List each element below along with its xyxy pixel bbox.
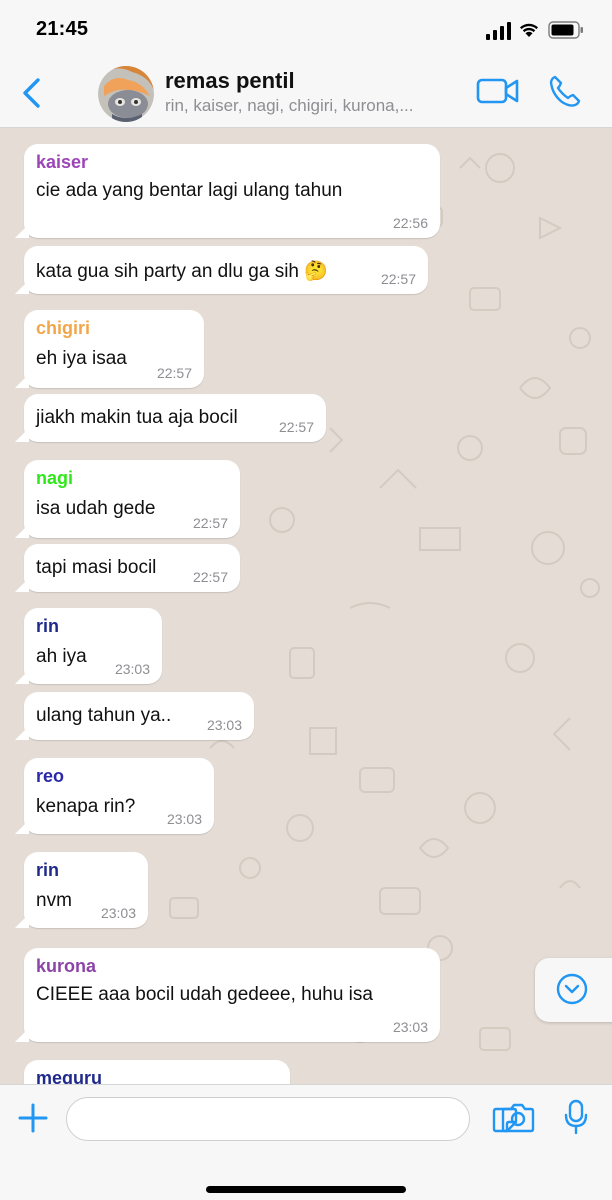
sender-name[interactable]: nagi bbox=[36, 468, 73, 489]
message-bubble[interactable]: rin ah iya 23:03 bbox=[15, 608, 162, 684]
message-bubble[interactable]: tapi masi bocil 22:57 bbox=[15, 544, 240, 592]
home-indicator[interactable] bbox=[206, 1186, 406, 1193]
wifi-icon bbox=[520, 23, 538, 37]
message-bubble[interactable]: reo kenapa rin? 23:03 bbox=[15, 758, 214, 834]
message-text-content: kata gua sih party an dlu ga sih bbox=[36, 261, 300, 282]
chat-area[interactable]: kaiser cie ada yang bentar lagi ulang ta… bbox=[0, 128, 612, 1084]
message-time: 22:57 bbox=[380, 271, 416, 287]
chat-header: remas pentil rin, kaiser, nagi, chigiri,… bbox=[0, 58, 612, 128]
message-text: cie ada yang bentar lagi ulang tahun bbox=[36, 180, 343, 201]
sender-name[interactable]: meguru bbox=[36, 1068, 102, 1084]
message-time: 23:03 bbox=[392, 1019, 428, 1035]
message-time: 22:57 bbox=[156, 365, 192, 381]
message-text: kata gua sih party an dlu ga sih 🤔 bbox=[36, 259, 328, 283]
camera-icon[interactable] bbox=[500, 1103, 536, 1133]
message-text: tapi masi bocil bbox=[36, 557, 157, 578]
message-bubble[interactable]: nagi isa udah gede 22:57 bbox=[15, 460, 240, 538]
message-time: 22:56 bbox=[392, 215, 428, 231]
thinking-face-emoji: 🤔 bbox=[304, 260, 328, 282]
sender-name[interactable]: chigiri bbox=[36, 318, 90, 339]
message-bubble[interactable]: ulang tahun ya.. 23:03 bbox=[15, 692, 254, 740]
message-bubble[interactable]: meguru bbox=[24, 1060, 290, 1084]
message-text: ah iya bbox=[36, 646, 87, 667]
message-input[interactable] bbox=[81, 1098, 421, 1140]
message-input-field[interactable] bbox=[66, 1097, 518, 1141]
group-avatar[interactable] bbox=[98, 66, 154, 122]
phone-icon[interactable] bbox=[548, 74, 582, 108]
sender-name[interactable]: rin bbox=[36, 616, 59, 637]
status-time: 21:45 bbox=[36, 18, 89, 40]
message-bubble[interactable]: jiakh makin tua aja bocil 22:57 bbox=[15, 394, 326, 442]
sender-name[interactable]: kurona bbox=[36, 956, 96, 977]
message-time: 22:57 bbox=[192, 515, 228, 531]
video-camera-icon[interactable] bbox=[476, 76, 520, 106]
scroll-to-bottom-button[interactable] bbox=[535, 958, 612, 1022]
message-text: ulang tahun ya.. bbox=[36, 705, 172, 726]
group-name[interactable]: remas pentil bbox=[165, 68, 295, 94]
message-text: nvm bbox=[36, 890, 72, 911]
message-time: 22:57 bbox=[192, 569, 228, 585]
sender-name[interactable]: kaiser bbox=[36, 152, 88, 173]
battery-icon bbox=[548, 21, 583, 39]
plus-icon[interactable] bbox=[16, 1101, 50, 1135]
message-text: jiakh makin tua aja bocil bbox=[36, 407, 238, 428]
message-text: kenapa rin? bbox=[36, 796, 136, 817]
message-bubble[interactable]: kata gua sih party an dlu ga sih 🤔 22:57 bbox=[15, 246, 428, 294]
group-members[interactable]: rin, kaiser, nagi, chigiri, kurona,... bbox=[165, 96, 460, 116]
message-time: 23:03 bbox=[114, 661, 150, 677]
back-icon[interactable] bbox=[18, 76, 48, 110]
microphone-icon[interactable] bbox=[564, 1099, 588, 1135]
message-bubble[interactable]: kaiser cie ada yang bentar lagi ulang ta… bbox=[15, 144, 440, 238]
message-bubble[interactable]: rin nvm 23:03 bbox=[15, 852, 148, 928]
message-bubble[interactable]: chigiri eh iya isaa 22:57 bbox=[15, 310, 204, 388]
message-text: eh iya isaa bbox=[36, 348, 127, 369]
message-time: 23:03 bbox=[100, 905, 136, 921]
input-bar bbox=[0, 1084, 612, 1200]
sender-name[interactable]: reo bbox=[36, 766, 64, 787]
message-time: 23:03 bbox=[166, 811, 202, 827]
message-time: 22:57 bbox=[278, 419, 314, 435]
chevron-down-circle-icon bbox=[556, 973, 588, 1005]
message-text: isa udah gede bbox=[36, 498, 156, 519]
message-bubble[interactable]: kurona CIEEE aaa bocil udah gedeee, huhu… bbox=[15, 948, 440, 1042]
status-bar: 21:45 bbox=[0, 0, 612, 58]
message-time: 23:03 bbox=[206, 717, 242, 733]
message-text: CIEEE aaa bocil udah gedeee, huhu isa bbox=[36, 984, 373, 1005]
sender-name[interactable]: rin bbox=[36, 860, 59, 881]
signal-icon bbox=[486, 22, 511, 40]
